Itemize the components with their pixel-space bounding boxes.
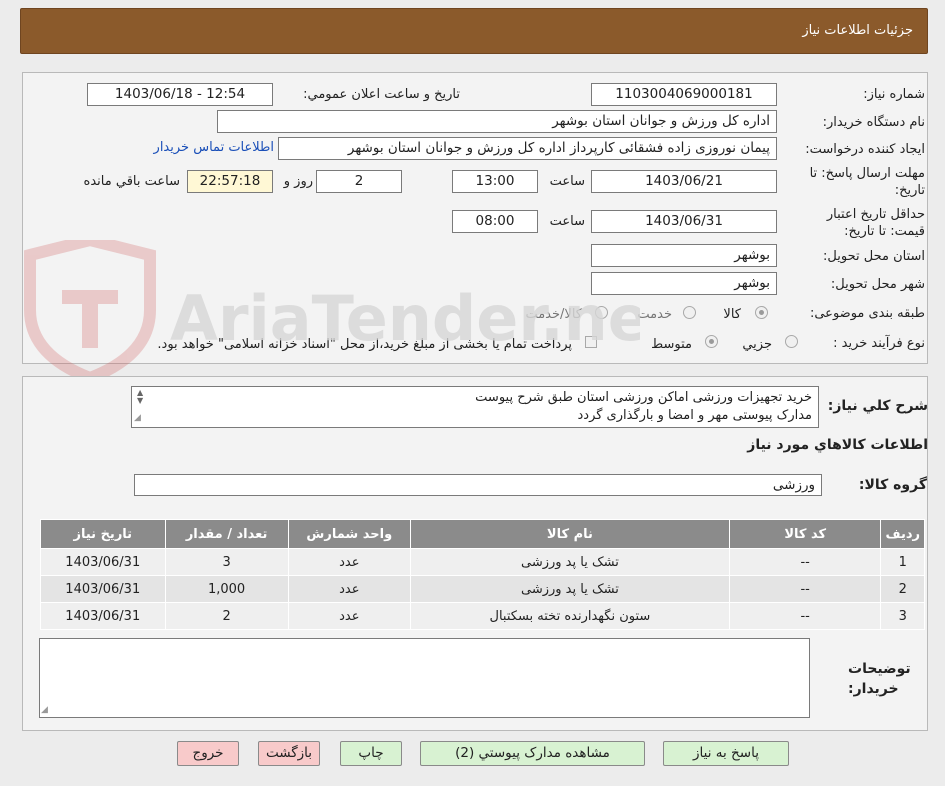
page-title: جزئیات اطلاعات نیاز <box>802 23 913 38</box>
province-label: استان محل تحویل: <box>823 249 925 264</box>
requester-label: ایجاد کننده درخواست: <box>805 142 925 157</box>
remaining-time-field: 22:57:18 <box>187 170 273 193</box>
announce-field[interactable]: 1403/06/18 - 12:54 <box>87 83 273 106</box>
cell-name: ستون نگهدارنده تخته بسکتبال <box>409 602 730 630</box>
announce-label: تاریخ و ساعت اعلان عمومي: <box>303 87 460 102</box>
category-goods-label: کالا <box>723 307 741 322</box>
process-label: نوع فرآیند خرید : <box>833 336 925 351</box>
buyer-notes-textarea[interactable] <box>39 638 810 718</box>
cell-code: -- <box>728 602 882 630</box>
page-header: جزئیات اطلاعات نیاز <box>20 8 928 54</box>
items-heading: اطلاعات کالاهاي مورد نیاز <box>747 437 928 453</box>
cell-name: تشک یا پد ورزشی <box>409 575 730 603</box>
col-row: ردیف <box>880 519 925 549</box>
cell-row: 1 <box>880 548 925 576</box>
need-number-field[interactable]: 1103004069000181 <box>591 83 777 106</box>
exit-button[interactable]: خروج <box>177 741 239 766</box>
goods-group-label: گروه کالا: <box>858 477 927 493</box>
process-partial-radio[interactable] <box>785 335 798 348</box>
table-row[interactable]: 1 -- تشک یا پد ورزشی عدد 3 1403/06/31 <box>40 548 925 576</box>
requester-field[interactable]: پیمان نوروزی زاده فشقائی کارپرداز اداره … <box>278 137 777 160</box>
cell-quantity: 1,000 <box>164 575 289 603</box>
city-field[interactable]: بوشهر <box>591 272 777 295</box>
table-row[interactable]: 2 -- تشک یا پد ورزشی عدد 1,000 1403/06/3… <box>40 575 925 603</box>
buyer-org-label: نام دستگاه خریدار: <box>822 115 925 130</box>
deadline-time-label: ساعت <box>549 174 585 189</box>
summary-textarea[interactable]: خرید تجهیزات ورزشی اماکن ورزشی استان طبق… <box>131 386 819 428</box>
resize-handle-icon[interactable]: ◢ <box>134 409 141 427</box>
notes-resize-handle-icon[interactable]: ◢ <box>41 705 48 715</box>
cell-row: 3 <box>880 602 925 630</box>
days-label: روز و <box>283 174 313 189</box>
city-label: شهر محل تحویل: <box>830 277 925 292</box>
cell-need-date: 1403/06/31 <box>40 575 166 603</box>
table-row[interactable]: 3 -- ستون نگهدارنده تخته بسکتبال عدد 2 1… <box>40 602 925 630</box>
respond-button[interactable]: پاسخ به نیاز <box>663 741 789 766</box>
col-code: کد کالا <box>728 519 882 549</box>
cell-need-date: 1403/06/31 <box>40 548 166 576</box>
cell-quantity: 3 <box>164 548 289 576</box>
days-field[interactable]: 2 <box>316 170 402 193</box>
items-table: ردیف کد کالا نام کالا واحد شمارش تعداد /… <box>40 519 925 630</box>
summary-label: شرح کلي نیاز: <box>827 398 928 414</box>
print-button[interactable]: چاپ <box>340 741 402 766</box>
col-quantity: تعداد / مقدار <box>164 519 289 549</box>
process-medium-radio[interactable] <box>705 335 718 348</box>
cell-name: تشک یا پد ورزشی <box>409 548 730 576</box>
category-goods-radio[interactable] <box>755 306 768 319</box>
cell-code: -- <box>728 548 882 576</box>
buyer-org-field[interactable]: اداره کل ورزش و جوانان استان بوشهر <box>217 110 777 133</box>
validity-time-label: ساعت <box>549 214 585 229</box>
validity-date-field[interactable]: 1403/06/31 <box>591 210 777 233</box>
goods-group-field[interactable]: ورزشی <box>134 474 822 496</box>
col-unit: واحد شمارش <box>287 519 411 549</box>
process-medium-label: متوسط <box>651 337 692 352</box>
scroll-arrows-icon[interactable]: ▲ ▼ <box>137 389 143 405</box>
process-partial-label: جزیي <box>742 337 772 352</box>
cell-unit: عدد <box>287 548 411 576</box>
cell-unit: عدد <box>287 602 411 630</box>
remaining-label: ساعت باقي مانده <box>83 174 180 189</box>
cell-unit: عدد <box>287 575 411 603</box>
category-service-radio[interactable] <box>683 306 696 319</box>
need-number-label: شماره نیاز: <box>863 87 925 102</box>
col-name: نام کالا <box>409 519 730 549</box>
summary-line-1: خرید تجهیزات ورزشی اماکن ورزشی استان طبق… <box>475 390 812 405</box>
category-service-label: خدمت <box>637 307 672 322</box>
treasury-checkbox[interactable] <box>585 336 597 348</box>
back-button[interactable]: بازگشت <box>258 741 320 766</box>
cell-need-date: 1403/06/31 <box>40 602 166 630</box>
col-need-date: تاریخ نیاز <box>40 519 166 549</box>
deadline-label: مهلت ارسال پاسخ: تا تاریخ: <box>809 166 925 198</box>
items-table-header: ردیف کد کالا نام کالا واحد شمارش تعداد /… <box>40 519 925 549</box>
category-goods-service-radio[interactable] <box>595 306 608 319</box>
items-table-wrapper: ردیف کد کالا نام کالا واحد شمارش تعداد /… <box>40 519 925 630</box>
attachments-button[interactable]: مشاهده مدارک پیوستي (2) <box>420 741 645 766</box>
province-field[interactable]: بوشهر <box>591 244 777 267</box>
treasury-note: پرداخت تمام یا بخشی از مبلغ خرید،از محل … <box>157 337 572 352</box>
contact-info-link[interactable]: اطلاعات تماس خریدار <box>154 140 274 155</box>
validity-label: حداقل تاریخ اعتبار قیمت: تا تاریخ: <box>826 207 925 239</box>
cell-code: -- <box>728 575 882 603</box>
deadline-time-field[interactable]: 13:00 <box>452 170 538 193</box>
buyer-notes-label: توضیحات خریدار: <box>848 661 911 697</box>
validity-time-field[interactable]: 08:00 <box>452 210 538 233</box>
cell-quantity: 2 <box>164 602 289 630</box>
cell-row: 2 <box>880 575 925 603</box>
category-goods-service-label: کالا/خدمت <box>525 307 582 322</box>
deadline-date-field[interactable]: 1403/06/21 <box>591 170 777 193</box>
category-label: طبقه بندی موضوعی: <box>809 306 925 321</box>
summary-line-2: مدارک پیوستی مهر و امضا و بارگذاری گردد <box>577 408 812 423</box>
